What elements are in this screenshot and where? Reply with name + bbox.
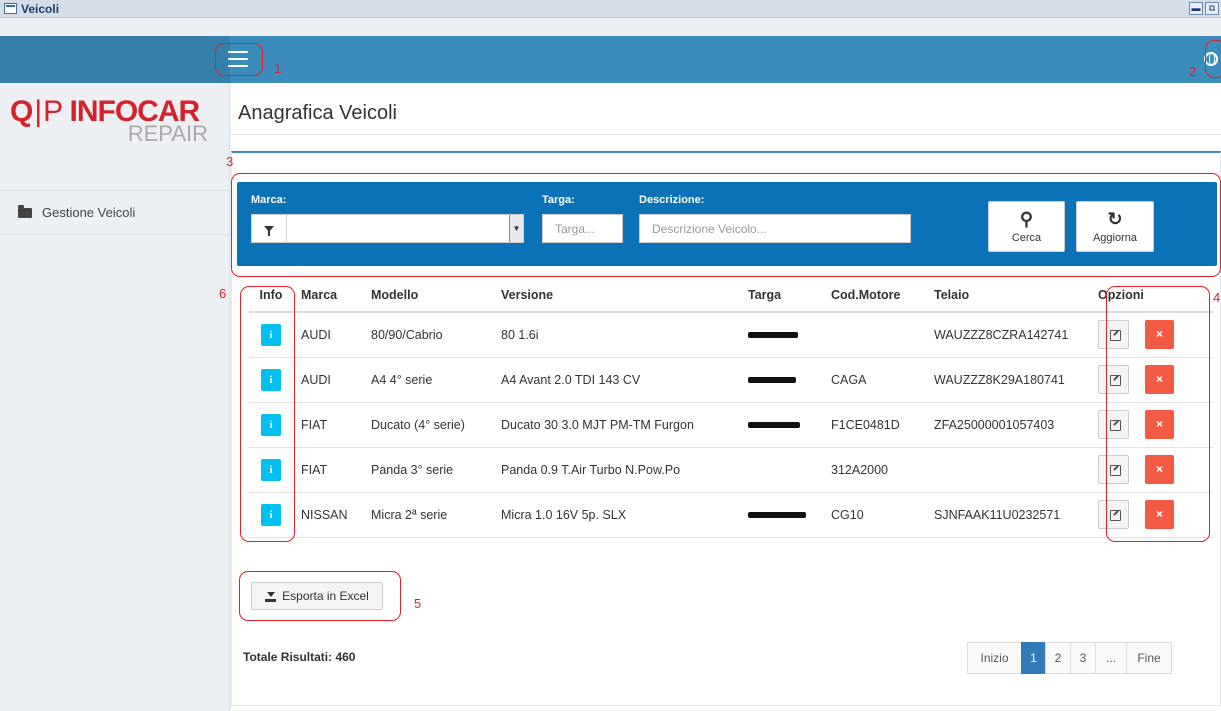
redacted-plate [748,332,798,339]
cell-cod-motore [823,312,926,358]
title-divider [231,134,1221,135]
cell-marca: NISSAN [293,492,363,538]
page-2[interactable]: 2 [1045,642,1071,674]
annotation-label-3: 3 [226,154,234,169]
sidebar-item-gestione-veicoli[interactable]: Gestione Veicoli [0,190,230,235]
sidebar-item-label: Gestione Veicoli [42,205,136,220]
cell-targa [740,402,823,448]
cell-targa [740,357,823,403]
cell-telaio: WAUZZZ8CZRA142741 [926,312,1090,358]
page-ellipsis: ... [1095,642,1127,674]
annotation-label-6: 6 [219,286,227,301]
annotation-box-4 [1106,286,1210,542]
cell-cod-motore: F1CE0481D [823,402,926,448]
header-logo-area [0,36,230,83]
cell-modello: Panda 3° serie [363,447,493,493]
cell-versione: A4 Avant 2.0 TDI 143 CV [493,357,740,403]
cell-targa [740,447,823,493]
cell-targa [740,312,823,358]
table-row: i AUDI 80/90/Cabrio 80 1.6i WAUZZZ8CZRA1… [249,312,1213,358]
annotation-box-3 [231,173,1221,277]
table-header-row: Info Marca Modello Versione Targa Cod.Mo… [249,279,1213,313]
folder-icon [18,204,32,218]
col-cod-motore[interactable]: Cod.Motore [823,279,926,313]
cell-telaio: SJNFAAK11U0232571 [926,492,1090,538]
col-telaio[interactable]: Telaio [926,279,1090,313]
cell-telaio [926,447,1090,493]
page-1[interactable]: 1 [1021,642,1046,674]
table-row: i AUDI A4 4° serie A4 Avant 2.0 TDI 143 … [249,357,1213,403]
total-results: Totale Risultati: 460 [243,650,356,664]
vehicles-table: Info Marca Modello Versione Targa Cod.Mo… [249,279,1213,538]
pagination: Inizio 1 2 3 ... Fine [967,642,1172,674]
annotation-label-5: 5 [414,596,422,611]
cell-versione: Micra 1.0 16V 5p. SLX [493,492,740,538]
redacted-plate [748,512,806,519]
window-controls: ▬ ⧉ [1189,2,1219,15]
annotation-box-5 [239,571,401,621]
cell-cod-motore: CG10 [823,492,926,538]
minimize-button[interactable]: ▬ [1189,2,1203,15]
cell-versione: Ducato 30 3.0 MJT PM-TM Furgon [493,402,740,448]
cell-telaio: WAUZZZ8K29A180741 [926,357,1090,403]
infocar-logo: Q|P INFOCAR REPAIR [10,95,208,146]
cell-telaio: ZFA25000001057403 [926,402,1090,448]
app-header [0,36,1221,83]
sidebar: Q|P INFOCAR REPAIR Gestione Veicoli [0,83,230,711]
cell-modello: A4 4° serie [363,357,493,403]
cell-modello: Micra 2ª serie [363,492,493,538]
redacted-plate [748,377,796,384]
cell-targa [740,492,823,538]
annotation-box-1 [215,43,263,76]
annotation-label-2: 2 [1189,64,1197,79]
page-first[interactable]: Inizio [967,642,1022,674]
restore-button[interactable]: ⧉ [1205,2,1219,15]
annotation-box-6 [240,286,295,542]
window-title: Veicoli [21,1,60,16]
page-3[interactable]: 3 [1070,642,1096,674]
col-versione[interactable]: Versione [493,279,740,313]
table-row: i FIAT Panda 3° serie Panda 0.9 T.Air Tu… [249,447,1213,493]
cell-marca: AUDI [293,357,363,403]
cell-marca: FIAT [293,447,363,493]
page-last[interactable]: Fine [1126,642,1172,674]
page-title: Anagrafica Veicoli [238,102,397,124]
window-titlebar: Veicoli ▬ ⧉ [0,0,1221,18]
cell-versione: Panda 0.9 T.Air Turbo N.Pow.Po [493,447,740,493]
annotation-box-2 [1205,40,1221,78]
table-row: i NISSAN Micra 2ª serie Micra 1.0 16V 5p… [249,492,1213,538]
col-targa[interactable]: Targa [740,279,823,313]
window-icon [4,3,17,14]
table-row: i FIAT Ducato (4° serie) Ducato 30 3.0 M… [249,402,1213,448]
cell-versione: 80 1.6i [493,312,740,358]
cell-modello: 80/90/Cabrio [363,312,493,358]
cell-modello: Ducato (4° serie) [363,402,493,448]
cell-marca: FIAT [293,402,363,448]
col-modello[interactable]: Modello [363,279,493,313]
cell-cod-motore: 312A2000 [823,447,926,493]
cell-marca: AUDI [293,312,363,358]
col-marca[interactable]: Marca [293,279,363,313]
annotation-label-1: 1 [274,61,282,76]
cell-cod-motore: CAGA [823,357,926,403]
annotation-label-4: 4 [1213,290,1221,305]
redacted-plate [748,422,800,429]
